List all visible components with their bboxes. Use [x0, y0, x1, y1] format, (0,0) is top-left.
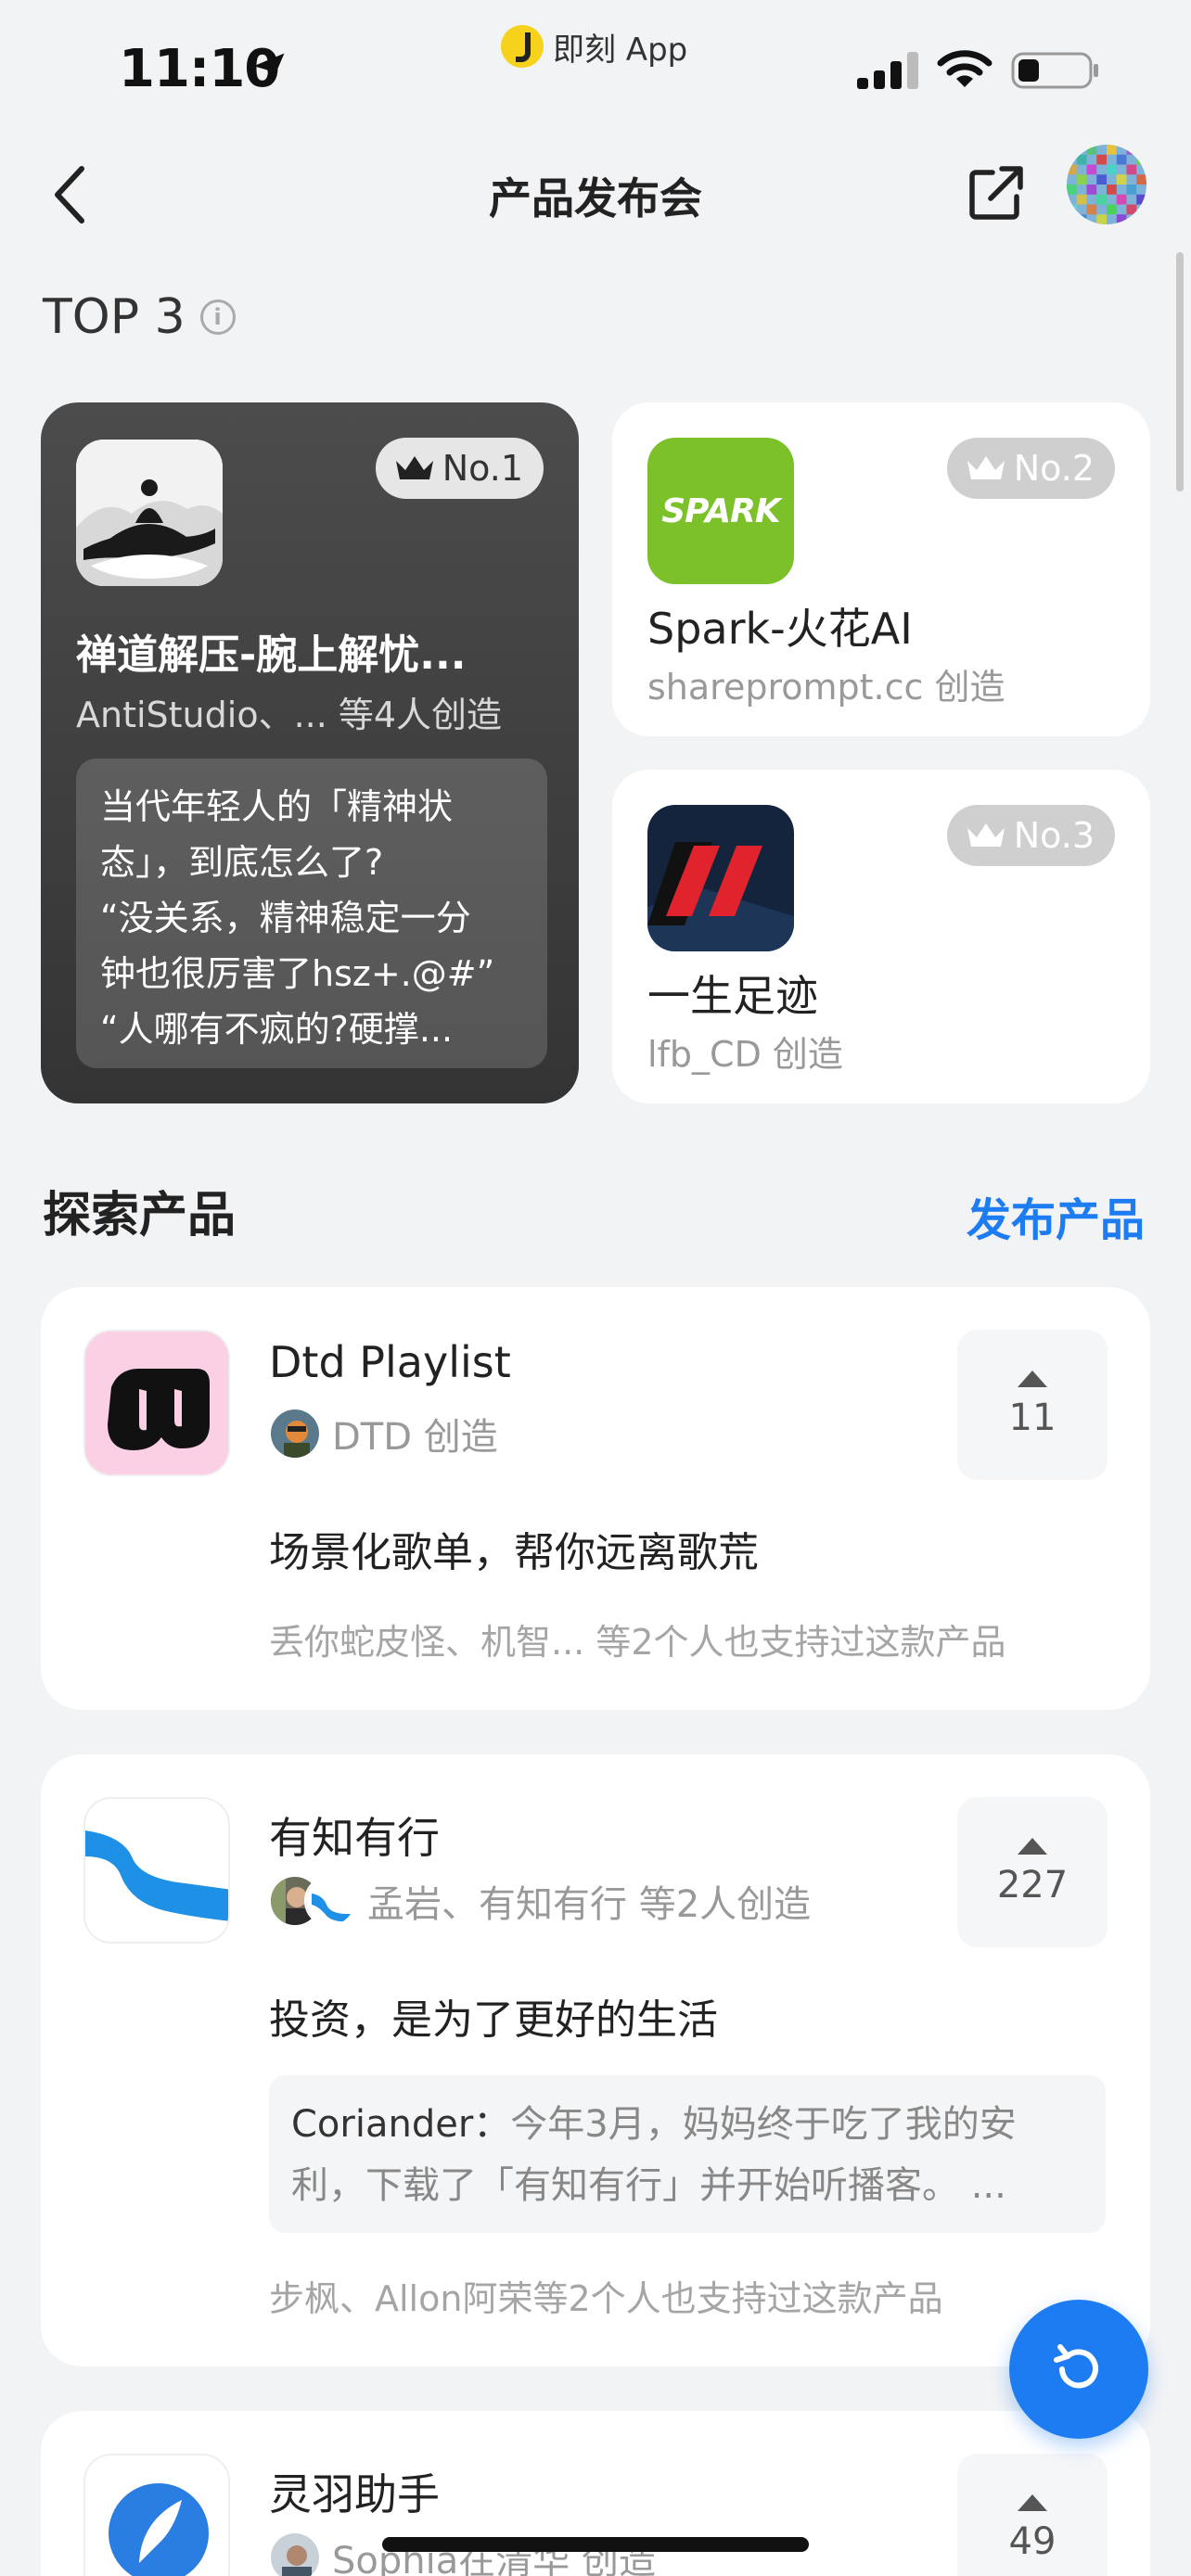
refresh-button[interactable]: [1009, 2300, 1148, 2439]
quote-line: “人哪有不疯的?硬撑...: [100, 1009, 454, 1050]
product-name: 一生足迹: [647, 971, 818, 1021]
creator-avatar[interactable]: [269, 1408, 321, 1460]
product-name: 禅道解压-腕上解忧...: [76, 631, 467, 679]
zen-product-icon: [76, 440, 223, 586]
product-name: 有知有行: [269, 1813, 440, 1863]
location-arrow-icon: [253, 53, 285, 84]
product-creator: AntiStudio、... 等4人创造: [76, 695, 503, 735]
crown-icon: [967, 823, 1005, 847]
product-name: Dtd Playlist: [269, 1337, 511, 1387]
quote-line: 态」，到底怎么了?: [100, 842, 384, 883]
top3-title: TOP 3: [43, 289, 186, 345]
rank-badge-3: No.3: [946, 805, 1115, 866]
footprint-product-icon: [647, 805, 794, 951]
product-supporters: 步枫、Allon阿荣等2个人也支持过这款产品: [269, 2278, 943, 2319]
refresh-icon: [1054, 2344, 1098, 2389]
quote-line: “没关系，精神稳定一分: [100, 898, 471, 938]
nav-bar: 产品发布会: [0, 139, 1191, 250]
product-creator: shareprompt.cc 创造: [647, 667, 1005, 708]
battery-icon: [1011, 52, 1098, 89]
crown-icon: [967, 456, 1005, 479]
comment-author: Coriander：: [291, 2103, 511, 2146]
product-quote: 当代年轻人的「精神状 态」，到底怎么了? “没关系，精神稳定一分 钟也很厉害了h…: [76, 759, 547, 1068]
creator-avatars: [269, 1875, 356, 1927]
upvote-count: 11: [1008, 1396, 1057, 1439]
upvote-count: 227: [996, 1864, 1069, 1906]
jike-app-icon: [501, 25, 544, 68]
rank-badge-2: No.2: [946, 438, 1115, 499]
spark-product-icon: SPARK: [647, 438, 794, 584]
quote-line: 当代年轻人的「精神状: [100, 786, 454, 827]
back-to-app-label: 即刻 App: [553, 31, 688, 69]
rank-label: No.1: [442, 448, 523, 489]
youzhiyouxing-product-icon: [83, 1797, 230, 1944]
rank-badge-1: No.1: [375, 438, 544, 499]
product-tagline: 场景化歌单，帮你远离歌荒: [269, 1529, 759, 1576]
share-icon[interactable]: [965, 161, 1028, 224]
status-bar: 11:10 即刻 App: [0, 0, 1191, 139]
home-indicator[interactable]: [382, 2537, 809, 2552]
product-name: 灵羽助手: [269, 2469, 440, 2519]
spark-logo-text: SPARK: [661, 491, 780, 530]
lingyu-product-icon: [83, 2454, 230, 2576]
top3-header: TOP 3 i: [43, 289, 236, 345]
upvote-icon: [1018, 1371, 1047, 1387]
rank-label: No.3: [1013, 815, 1095, 856]
explore-section-title: 探索产品: [43, 1188, 237, 1243]
back-to-app-pill[interactable]: 即刻 App: [501, 20, 687, 72]
product-byline: 孟岩、有知有行 等2人创造: [269, 1873, 811, 1929]
creator-avatar[interactable]: [269, 2531, 321, 2576]
top1-product-card[interactable]: No.1 禅道解压-腕上解忧... AntiStudio、... 等4人创造 当…: [41, 402, 579, 1103]
product-tagline: 投资，是为了更好的生活: [269, 1996, 718, 2044]
user-avatar[interactable]: [1067, 145, 1146, 224]
upvote-icon: [1018, 2494, 1047, 2511]
upvote-button[interactable]: 49: [957, 2454, 1108, 2576]
signal-icon: [857, 52, 918, 89]
upvote-button[interactable]: 11: [957, 1330, 1108, 1480]
dtd-product-icon: [83, 1330, 230, 1476]
publish-product-link[interactable]: 发布产品: [967, 1183, 1145, 1248]
product-creator: lfb_CD 创造: [647, 1034, 843, 1075]
product-name: Spark-火花AI: [647, 604, 913, 654]
upvote-count: 49: [1008, 2520, 1057, 2563]
creator-avatar[interactable]: [304, 1875, 356, 1927]
byline-text: DTD 创造: [332, 1416, 498, 1459]
info-icon[interactable]: i: [199, 300, 236, 335]
product-supporters: 丢你蛇皮怪、机智... 等2个人也支持过这款产品: [269, 1622, 1006, 1663]
top2-product-card[interactable]: SPARK No.2 Spark-火花AI shareprompt.cc 创造: [612, 402, 1150, 736]
wifi-icon: [937, 50, 992, 87]
product-card-dtd-playlist[interactable]: Dtd Playlist DTD 创造 11 场景化歌单，帮你远离歌荒 丢你蛇皮…: [41, 1287, 1150, 1710]
byline-text: 孟岩、有知有行 等2人创造: [367, 1883, 812, 1926]
product-byline: DTD 创造: [269, 1406, 498, 1461]
upvote-icon: [1018, 1838, 1047, 1855]
top3-product-card[interactable]: No.3 一生足迹 lfb_CD 创造: [612, 770, 1150, 1103]
scrollbar-thumb[interactable]: [1176, 252, 1184, 491]
rank-label: No.2: [1013, 448, 1095, 489]
product-card-youzhiyouxing[interactable]: 有知有行 孟岩、有知有行 等2人创造 227 投资，是为了更好的生活 Coria…: [41, 1754, 1150, 2366]
featured-comment[interactable]: Coriander：今年3月，妈妈终于吃了我的安利，下载了「有知有行」并开始听播…: [269, 2075, 1106, 2233]
upvote-button[interactable]: 227: [957, 1797, 1108, 1947]
quote-line: 钟也很厉害了hsz+.@#”: [100, 953, 495, 994]
crown-icon: [395, 456, 433, 479]
